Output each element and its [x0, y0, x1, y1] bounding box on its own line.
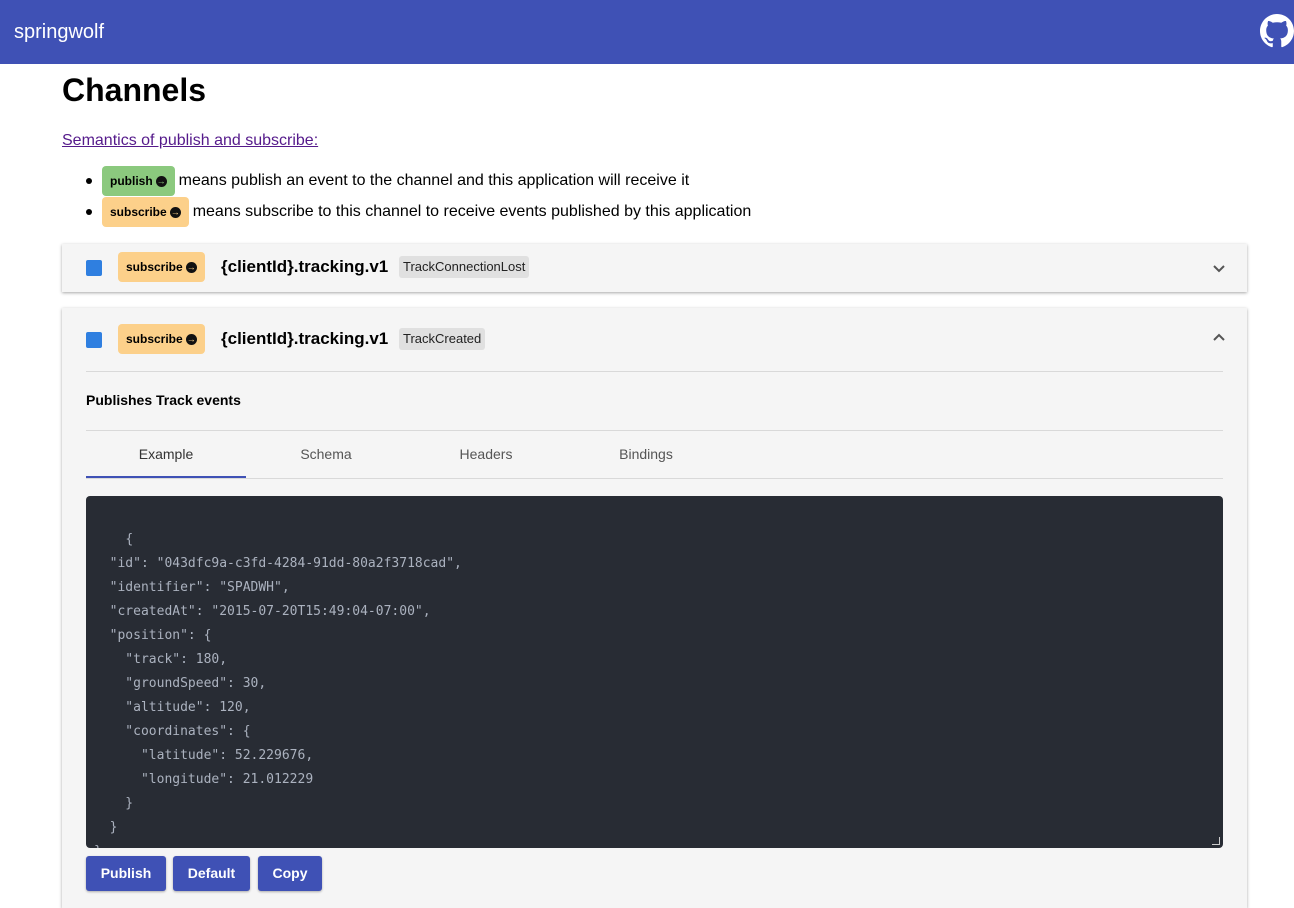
app-brand[interactable]: springwolf — [14, 20, 104, 44]
legend-item-publish: publish → means publish an event to the … — [86, 166, 689, 196]
subscribe-badge: subscribe → — [118, 324, 205, 354]
tab-headers[interactable]: Headers — [406, 430, 566, 478]
arrow-circle-icon: → — [185, 261, 197, 273]
message-description: Publishes Track events — [86, 392, 241, 408]
tab-schema[interactable]: Schema — [246, 430, 406, 478]
bullet — [86, 178, 92, 184]
tab-bindings[interactable]: Bindings — [566, 430, 726, 478]
default-button[interactable]: Default — [173, 856, 250, 891]
expand-less-icon[interactable] — [1212, 332, 1226, 342]
divider — [86, 371, 1223, 372]
arrow-circle-icon: → — [155, 175, 167, 187]
bullet — [86, 209, 92, 215]
channel-color-marker — [86, 260, 102, 276]
example-json[interactable]: { "id": "043dfc9a-c3fd-4284-91dd-80a2f37… — [94, 532, 462, 848]
subscribe-badge-label: subscribe — [110, 205, 167, 219]
channel-color-marker — [86, 332, 102, 348]
operation-label: subscribe — [126, 260, 183, 274]
subscribe-badge: subscribe → — [118, 252, 205, 282]
copy-button[interactable]: Copy — [258, 856, 322, 891]
operation-label: subscribe — [126, 332, 183, 346]
arrow-circle-icon: → — [169, 206, 181, 218]
example-editor[interactable]: { "id": "043dfc9a-c3fd-4284-91dd-80a2f37… — [86, 496, 1223, 848]
page-title: Channels — [62, 72, 207, 108]
github-icon[interactable] — [1260, 14, 1294, 48]
message-type-badge: TrackConnectionLost — [399, 256, 530, 278]
publish-badge: publish → — [102, 166, 175, 196]
legend-text: means subscribe to this channel to recei… — [192, 203, 752, 220]
legend-item-subscribe: subscribe → means subscribe to this chan… — [86, 197, 751, 227]
publish-badge-label: publish — [110, 174, 153, 188]
channel-name: {clientId}.tracking.v1 — [221, 329, 389, 348]
subscribe-badge: subscribe → — [102, 197, 189, 227]
active-tab-indicator — [86, 476, 246, 478]
arrow-circle-icon: → — [185, 333, 197, 345]
channel-name: {clientId}.tracking.v1 — [221, 257, 389, 276]
publish-button[interactable]: Publish — [86, 856, 166, 891]
resize-handle-icon[interactable] — [1212, 837, 1220, 845]
channel-panel[interactable]: subscribe → {clientId}.tracking.v1 Track… — [62, 244, 1247, 292]
top-toolbar: springwolf — [0, 0, 1294, 64]
channel-panel-expanded: subscribe → {clientId}.tracking.v1 Track… — [62, 308, 1247, 908]
tab-bar-divider — [86, 478, 1223, 479]
legend-text: means publish an event to the channel an… — [178, 172, 690, 189]
tab-example[interactable]: Example — [86, 430, 246, 478]
message-type-badge: TrackCreated — [399, 328, 486, 350]
expand-more-icon[interactable] — [1212, 264, 1226, 274]
semantics-link[interactable]: Semantics of publish and subscribe: — [62, 131, 318, 151]
